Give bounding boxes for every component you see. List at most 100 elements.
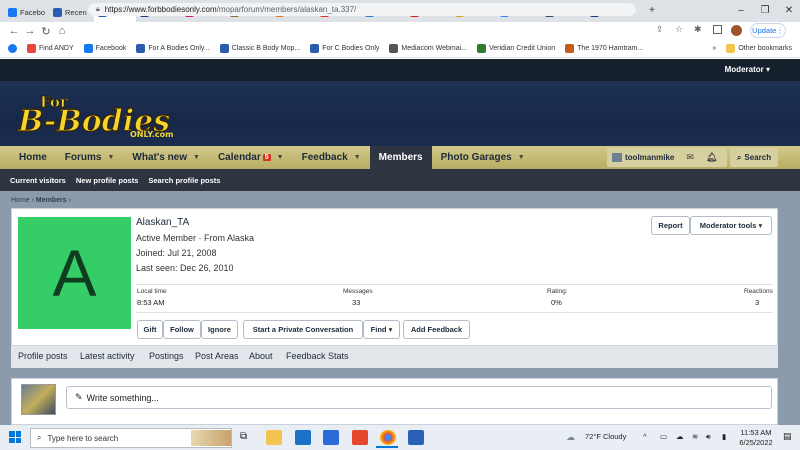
side-panel-icon[interactable] [713,25,722,34]
subnav-item[interactable]: New profile posts [76,176,139,185]
profile-tab[interactable]: Post Areas [195,351,239,361]
add-feedback-button[interactable]: Add Feedback [403,320,470,339]
moderator-tools-button[interactable]: Moderator tools ▾ [690,216,772,235]
clock-time[interactable]: 11:53 AM [736,428,776,437]
nav-item[interactable]: Photo Garages ▼ [432,146,534,169]
profile-avatar[interactable] [731,25,742,36]
nav-item[interactable]: Members [369,146,432,169]
mail-icon[interactable] [295,430,311,445]
bookmark-label: Find ANDY [39,45,74,52]
reload-icon[interactable]: ↻ [38,25,54,38]
battery-icon[interactable]: ▮ [722,432,726,441]
weather-text[interactable]: 72°F Cloudy [585,432,626,441]
chevron-down-icon[interactable]: ▼ [107,154,114,161]
update-button[interactable]: Update ⋮ [750,23,786,38]
nav-item[interactable]: Calendar 5 ▼ [209,146,293,169]
stat-value-messages[interactable]: 33 [352,298,360,307]
store-icon[interactable] [323,430,339,445]
chevron-down-icon[interactable]: ▼ [193,154,200,161]
member-username[interactable]: Alaskan_TA [136,217,189,228]
new-tab-button[interactable]: + [637,0,667,20]
site-logo[interactable]: For B-Bodies ONLY.com [12,87,192,140]
bookmark-item[interactable]: For C Bodies Only [310,44,379,53]
nav-item-label: Forums [64,152,102,163]
other-bookmarks[interactable]: Other bookmarks [726,44,792,53]
profile-tab[interactable]: Latest activity [80,351,135,361]
notification-icon[interactable]: ▤ [783,431,792,442]
find-button[interactable]: Find ▾ [363,320,400,339]
profile-tab[interactable]: Profile posts [18,351,68,361]
nav-item-label: Photo Garages [440,152,512,163]
tray-chevron-icon[interactable]: ^ [643,432,647,441]
back-icon[interactable]: ← [6,25,22,37]
subnav-item[interactable]: Search profile posts [148,176,220,185]
chevron-down-icon[interactable]: ▼ [277,154,284,161]
current-user-avatar [21,384,56,415]
url-field[interactable]: 🔒︎ https://www.forbbodiesonly.com/moparf… [88,3,636,16]
close-window-icon[interactable]: ✕ [774,0,800,20]
file-explorer-icon[interactable] [266,430,282,445]
stat-value-rating: 0% [551,298,562,307]
tab-favicon-icon [53,8,62,17]
profile-tab[interactable]: Feedback Stats [286,351,349,361]
bookmark-item[interactable]: Veridian Credit Union [477,44,555,53]
nav-item[interactable]: What's new ▼ [123,146,209,169]
extensions-icon[interactable]: ✱ [694,24,702,35]
pencil-icon: ✎ [75,392,83,402]
nav-item[interactable]: Forums ▼ [56,146,124,169]
nav-item[interactable]: Feedback ▼ [293,146,370,169]
apps-icon[interactable] [8,44,17,53]
breadcrumb-members[interactable]: Members [36,197,67,204]
bookmark-more-button[interactable]: » [712,45,716,52]
member-last-seen: Last seen: Dec 26, 2010 [136,263,234,273]
photos-icon[interactable] [408,430,424,445]
profile-tab[interactable]: About [249,351,273,361]
browser-tab[interactable]: Recen [49,3,94,22]
profile-tab[interactable]: Postings [149,351,184,361]
chevron-down-icon[interactable]: ▼ [518,154,525,161]
report-button[interactable]: Report [651,216,690,235]
network-icon[interactable]: ▭ [660,432,667,441]
ignore-button[interactable]: Ignore [201,320,238,339]
subnav-item[interactable]: Current visitors [10,176,66,185]
home-icon[interactable]: ⌂ [54,25,70,37]
browser-tab[interactable]: Facebo [4,3,49,22]
nav-item-label: Feedback [301,152,348,163]
clock-date[interactable]: 6/25/2022 [733,438,779,447]
onedrive-icon[interactable]: ☁ [676,432,684,441]
bookmark-label: Mediacom Webmai... [401,45,467,52]
share-icon[interactable]: ⇪ [656,24,664,35]
bookmark-item[interactable]: Find ANDY [27,44,74,53]
gift-button[interactable]: Gift [137,320,163,339]
bookmark-item[interactable]: Classic B Body Mop... [219,44,300,53]
chevron-down-icon[interactable]: ▼ [354,154,361,161]
taskbar-search-input[interactable]: ⌕ Type here to search [30,428,232,448]
wifi-icon[interactable]: ≋ [692,432,698,441]
inbox-icon[interactable]: ✉ [686,152,694,163]
start-conversation-button[interactable]: Start a Private Conversation [243,320,363,339]
bookmark-item[interactable]: The 1970 Hamtram... [565,44,643,53]
user-avatar[interactable] [612,153,622,162]
office-icon[interactable] [352,430,368,445]
account-username[interactable]: toolmanmike [625,153,674,162]
bookmark-item[interactable]: Facebook [83,44,126,53]
bookmark-item[interactable]: For A Bodies Only... [136,44,210,53]
search-button[interactable]: ⌕ Search [730,148,778,167]
alerts-bell-icon[interactable]: 🔔︎ [706,152,717,163]
write-something-field[interactable]: ✎ Write something... [66,386,772,409]
task-view-icon[interactable]: ⧉ [240,431,247,442]
account-area: toolmanmike ✉ 🔔︎ [607,148,727,167]
bookmark-item[interactable]: Mediacom Webmai... [389,44,467,53]
windows-start-icon[interactable] [9,431,21,443]
member-avatar[interactable]: A [18,217,131,329]
stat-value-reactions[interactable]: 3 [755,298,759,307]
moderator-menu[interactable]: Moderator ▾ [725,65,770,74]
breadcrumb-home[interactable]: Home [11,197,30,204]
chrome-icon[interactable] [380,430,396,445]
stat-label-rating: Rating: [547,288,568,295]
follow-button[interactable]: Follow [163,320,201,339]
volume-icon[interactable]: 🔊︎ [706,432,711,442]
forward-icon[interactable]: → [22,25,38,37]
nav-item[interactable]: Home [10,146,56,169]
bookmark-star-icon[interactable]: ☆ [675,24,683,35]
